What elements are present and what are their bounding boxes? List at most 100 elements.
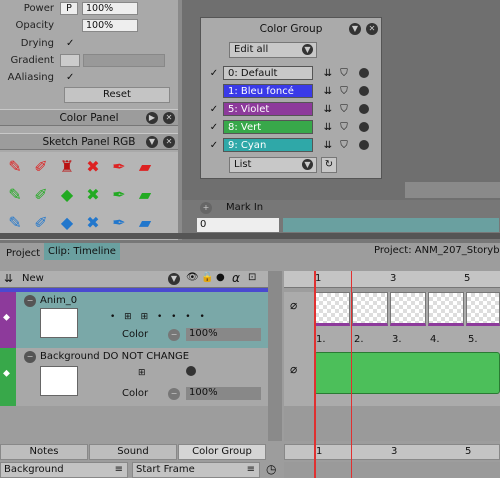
tab-clip-timeline[interactable]: Clip: Timeline bbox=[44, 243, 120, 260]
blue-brush-tool-icon[interactable]: ✐ bbox=[30, 212, 52, 234]
shield-icon[interactable]: ⛉ bbox=[337, 104, 351, 115]
frame-cell[interactable] bbox=[352, 292, 388, 326]
color-group-row[interactable]: ✓ 8: Vert ⇊ ⛉ bbox=[205, 118, 377, 136]
power-pressure-toggle[interactable]: P bbox=[60, 2, 78, 15]
opacity-field[interactable]: 100% bbox=[186, 328, 261, 341]
close-icon[interactable]: ✕ bbox=[163, 136, 175, 148]
collapse-icon[interactable]: ▼ bbox=[349, 23, 361, 35]
select-color-icon[interactable]: ⇊ bbox=[319, 86, 337, 97]
expand-icon[interactable]: ▶ bbox=[146, 112, 158, 124]
power-field[interactable]: 100% bbox=[82, 2, 138, 15]
color-group-row[interactable]: ✓ 9: Cyan ⇊ ⛉ bbox=[205, 136, 377, 154]
bottom-ruler[interactable]: 1 3 5 bbox=[284, 444, 500, 460]
tab-notes[interactable]: Notes bbox=[0, 444, 88, 460]
color-group-swatch[interactable]: 9: Cyan bbox=[223, 138, 313, 152]
gradient-swatch[interactable] bbox=[60, 54, 80, 67]
shield-icon[interactable]: ⛉ bbox=[337, 140, 351, 151]
green-pen-tool-icon[interactable]: ✎ bbox=[4, 184, 26, 206]
lock-icon[interactable]: 🔒 bbox=[201, 272, 213, 283]
fit-icon[interactable]: ⊡ bbox=[248, 272, 256, 283]
color-group-header[interactable]: Color Group ▼ ✕ bbox=[201, 18, 381, 40]
color-dot[interactable] bbox=[359, 68, 369, 78]
timeline-scrollbar[interactable] bbox=[268, 271, 282, 441]
alpha-icon[interactable]: α bbox=[232, 271, 240, 285]
clock-icon[interactable]: ◷ bbox=[266, 462, 276, 476]
background-track[interactable]: ⌀ bbox=[284, 348, 500, 406]
red-paint-bucket-icon[interactable]: ♜ bbox=[56, 156, 78, 178]
close-icon[interactable]: ✕ bbox=[366, 23, 378, 35]
visibility-check[interactable]: ✓ bbox=[205, 68, 223, 79]
collapse-icon[interactable]: − bbox=[24, 295, 36, 307]
blue-clear-icon[interactable]: ✖ bbox=[82, 212, 104, 234]
color-group-row[interactable]: 1: Bleu foncé ⇊ ⛉ bbox=[205, 82, 377, 100]
select-color-icon[interactable]: ⇊ bbox=[319, 140, 337, 151]
select-color-icon[interactable]: ⇊ bbox=[319, 122, 337, 133]
red-eraser-icon[interactable]: ▰ bbox=[134, 156, 156, 178]
start-frame-select[interactable]: Start Frame ≡ bbox=[132, 462, 260, 478]
visibility-check[interactable]: ✓ bbox=[205, 140, 223, 151]
layer-background[interactable]: ⬥ − Background DO NOT CHANGE ⊞ Color − 1… bbox=[0, 348, 268, 406]
color-dot[interactable] bbox=[359, 104, 369, 114]
red-airbrush-icon[interactable]: ✒ bbox=[108, 156, 130, 178]
sketch-panel-header[interactable]: Sketch Panel RGB ▼ ✕ bbox=[0, 133, 178, 150]
close-icon[interactable]: ✕ bbox=[163, 112, 175, 124]
anim-track[interactable]: ⌀ 1. 2. 3. 4. 5. bbox=[284, 292, 500, 348]
tab-color-group[interactable]: Color Group bbox=[178, 444, 266, 460]
blue-paint-bucket-icon[interactable]: ◆ bbox=[56, 212, 78, 234]
color-group-swatch[interactable]: 5: Violet bbox=[223, 102, 313, 116]
visibility-check[interactable]: ✓ bbox=[205, 104, 223, 115]
edit-all-select[interactable]: Edit all ▼ bbox=[229, 42, 317, 58]
blue-eraser-icon[interactable]: ▰ bbox=[134, 212, 156, 234]
select-color-icon[interactable]: ⇊ bbox=[319, 68, 337, 79]
color-group-swatch[interactable]: 1: Bleu foncé bbox=[223, 84, 313, 98]
bottom-track[interactable] bbox=[284, 462, 500, 478]
shield-icon[interactable]: ⛉ bbox=[337, 86, 351, 97]
layer-options-icons[interactable]: ⊞ bbox=[138, 368, 146, 378]
refresh-icon[interactable]: ↻ bbox=[321, 157, 337, 173]
background-select[interactable]: Background ≡ bbox=[0, 462, 128, 478]
color-group-row[interactable]: ✓ 5: Violet ⇊ ⛉ bbox=[205, 100, 377, 118]
aaliasing-checkbox[interactable]: ✓ bbox=[66, 72, 74, 83]
drying-checkbox[interactable]: ✓ bbox=[66, 38, 74, 49]
collapse-icon[interactable]: − bbox=[24, 351, 36, 363]
frame-cell[interactable] bbox=[428, 292, 464, 326]
eye-icon[interactable]: 👁 bbox=[186, 272, 199, 283]
link-icon[interactable]: ⌀ bbox=[290, 362, 297, 376]
green-eraser-icon[interactable]: ▰ bbox=[134, 184, 156, 206]
green-clear-icon[interactable]: ✖ bbox=[82, 184, 104, 206]
splitter[interactable] bbox=[0, 233, 500, 239]
blue-pen-tool-icon[interactable]: ✎ bbox=[4, 212, 26, 234]
frame-cell[interactable] bbox=[466, 292, 500, 326]
background-clip[interactable] bbox=[314, 352, 500, 394]
gradient-field[interactable] bbox=[83, 54, 165, 67]
tab-sound[interactable]: Sound bbox=[89, 444, 177, 460]
reset-button[interactable]: Reset bbox=[64, 87, 170, 103]
color-group-swatch[interactable]: 8: Vert bbox=[223, 120, 313, 134]
layer-name[interactable]: Anim_0 bbox=[40, 295, 77, 306]
layer-stack-icon[interactable]: ⇊ bbox=[4, 272, 13, 285]
color-group-swatch[interactable]: 0: Default bbox=[223, 66, 313, 80]
add-icon[interactable]: + bbox=[200, 202, 212, 214]
frame-cell[interactable] bbox=[390, 292, 426, 326]
red-brush-tool-icon[interactable]: ✐ bbox=[30, 156, 52, 178]
shield-icon[interactable]: ⛉ bbox=[337, 122, 351, 133]
minus-icon[interactable]: − bbox=[168, 388, 180, 400]
new-layer-label[interactable]: New bbox=[22, 273, 44, 284]
chevron-down-icon[interactable]: ▼ bbox=[168, 273, 180, 285]
color-dot[interactable] bbox=[359, 86, 369, 96]
opacity-field[interactable]: 100% bbox=[186, 387, 261, 400]
tab-project[interactable]: Project bbox=[2, 245, 45, 262]
layer-options-icons[interactable]: • ⊞ ⊞ • • • • bbox=[110, 312, 208, 322]
list-select[interactable]: List ▼ bbox=[229, 157, 317, 173]
color-group-row[interactable]: ✓ 0: Default ⇊ ⛉ bbox=[205, 64, 377, 82]
minus-icon[interactable]: − bbox=[168, 329, 180, 341]
visibility-check[interactable]: ✓ bbox=[205, 122, 223, 133]
layer-dot[interactable] bbox=[186, 366, 196, 376]
red-clear-icon[interactable]: ✖ bbox=[82, 156, 104, 178]
collapse-icon[interactable]: ▼ bbox=[146, 136, 158, 148]
green-brush-tool-icon[interactable]: ✐ bbox=[30, 184, 52, 206]
layer-name[interactable]: Background DO NOT CHANGE bbox=[40, 351, 189, 362]
mark-in-range-bar[interactable] bbox=[282, 217, 500, 233]
light-icon[interactable]: ● bbox=[216, 272, 225, 283]
frame-cell[interactable] bbox=[314, 292, 350, 326]
